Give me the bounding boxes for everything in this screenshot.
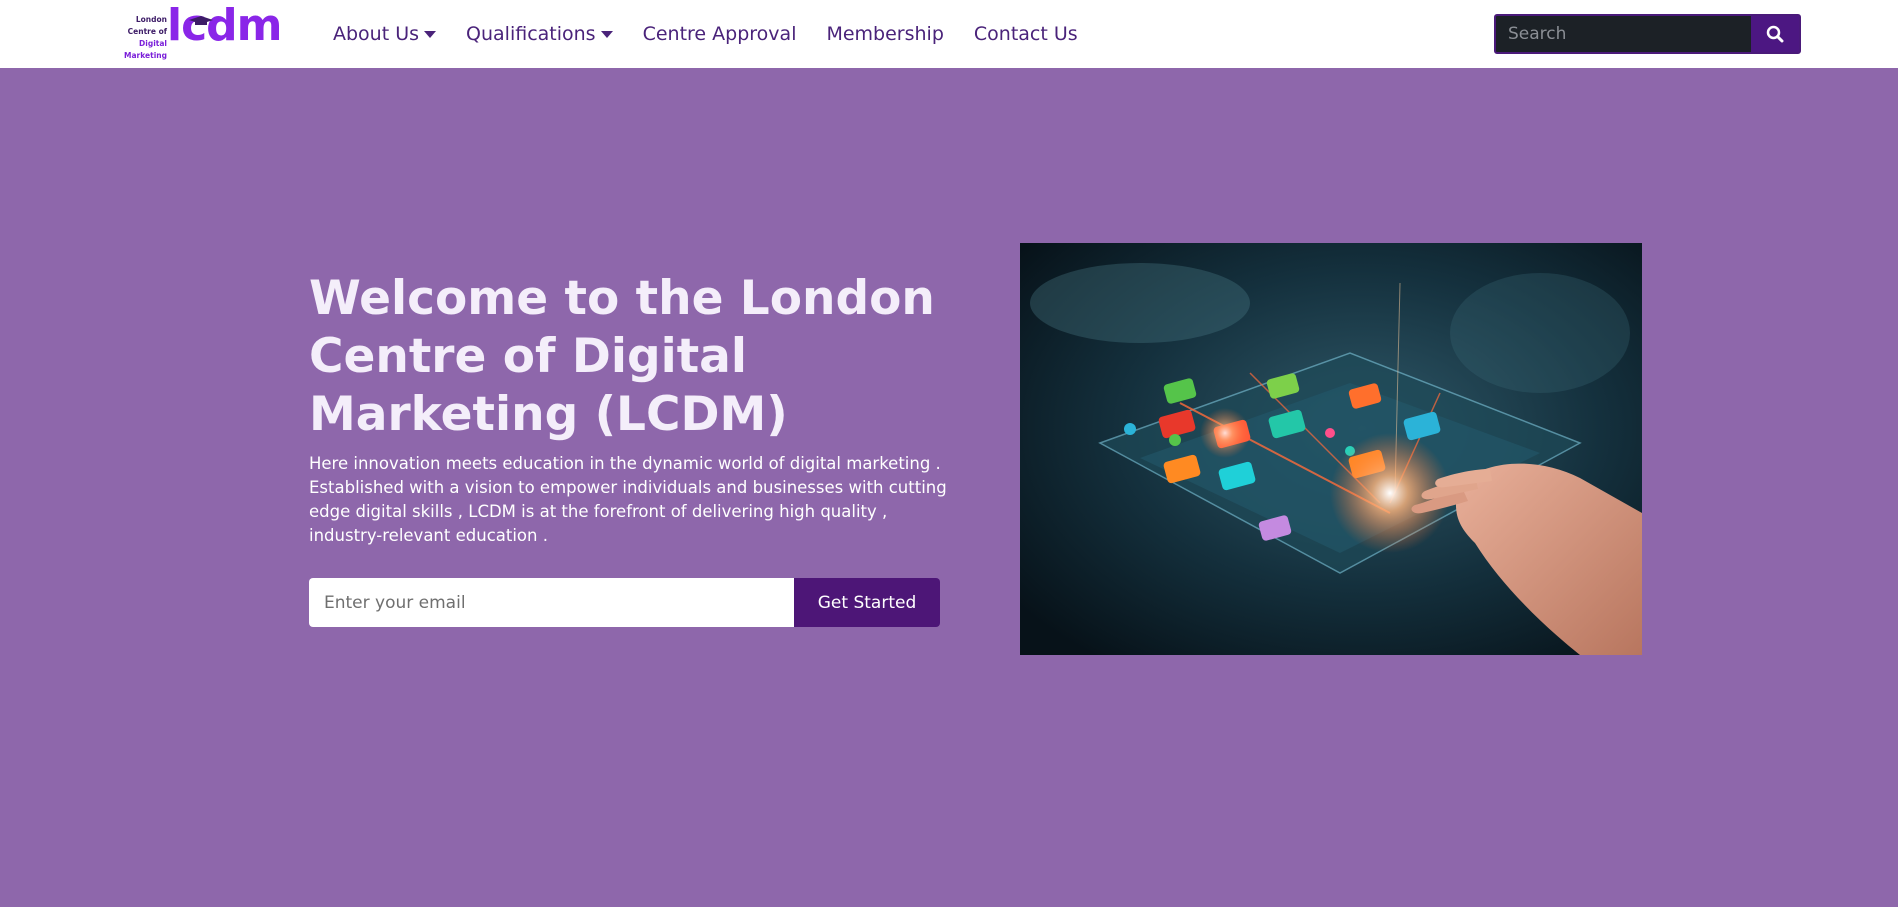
nav-contact-us-label: Contact Us bbox=[973, 23, 1078, 45]
caret-down-icon bbox=[600, 30, 613, 38]
search-input[interactable] bbox=[1496, 16, 1752, 52]
logo-line-2: Centre of bbox=[127, 27, 167, 36]
nav-centre-approval[interactable]: Centre Approval bbox=[643, 20, 797, 48]
logo-line-1: London bbox=[135, 15, 167, 24]
nav-about-us-label: About Us bbox=[333, 23, 420, 45]
graduation-cap-icon bbox=[189, 16, 213, 25]
main-nav: About Us Qualifications Centre Approval … bbox=[333, 20, 1108, 48]
nav-qualifications-label: Qualifications bbox=[466, 23, 596, 45]
logo-line-3: Digital Marketing bbox=[124, 39, 167, 60]
digital-marketing-illustration bbox=[1020, 243, 1642, 655]
search-icon bbox=[1766, 25, 1784, 43]
nav-membership[interactable]: Membership bbox=[826, 20, 943, 48]
site-header: London Centre of Digital Marketing lcdm … bbox=[0, 0, 1898, 68]
get-started-button[interactable]: Get Started bbox=[794, 578, 940, 627]
caret-down-icon bbox=[424, 30, 437, 38]
logo-brand-text: lcdm bbox=[167, 0, 283, 51]
logo-tagline: London Centre of Digital Marketing bbox=[97, 14, 167, 62]
nav-about-us[interactable]: About Us bbox=[333, 20, 437, 48]
nav-qualifications[interactable]: Qualifications bbox=[466, 20, 613, 48]
email-signup-form: Get Started bbox=[309, 578, 940, 627]
email-input[interactable] bbox=[309, 578, 795, 627]
hero-description: Here innovation meets education in the d… bbox=[309, 454, 947, 545]
site-logo[interactable]: London Centre of Digital Marketing lcdm bbox=[97, 0, 283, 60]
search-box bbox=[1494, 14, 1801, 54]
nav-centre-approval-label: Centre Approval bbox=[642, 23, 797, 45]
search-button[interactable] bbox=[1751, 16, 1799, 52]
nav-contact-us[interactable]: Contact Us bbox=[974, 20, 1078, 48]
hero-image bbox=[1020, 243, 1642, 655]
nav-membership-label: Membership bbox=[826, 23, 944, 45]
hero-title: Welcome to the London Centre of Digital … bbox=[309, 271, 935, 442]
